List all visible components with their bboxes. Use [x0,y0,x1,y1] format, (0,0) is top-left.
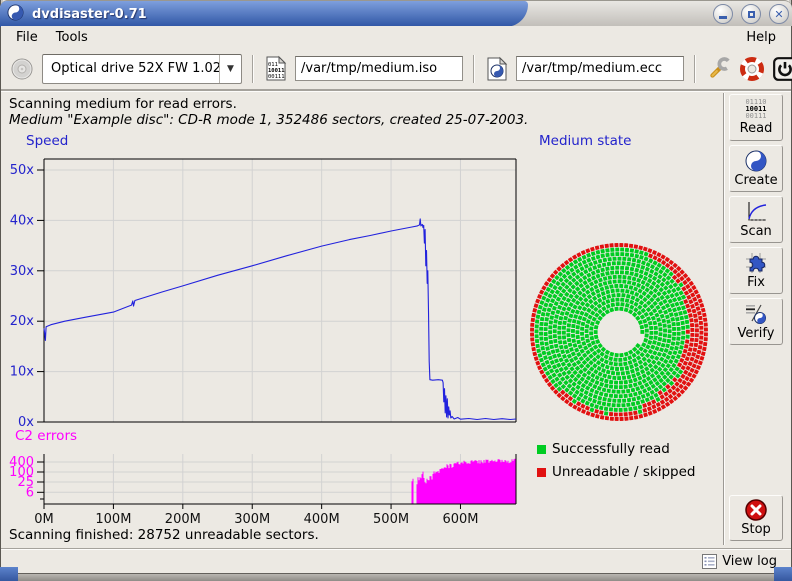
app-icon [7,4,24,25]
yin-yang-icon [745,150,767,172]
legend-unreadable: Unreadable / skipped [537,464,695,480]
menu-help[interactable]: Help [737,28,785,47]
verify-label: Verify [738,326,775,341]
scan-result-status: Scanning finished: 28752 unreadable sect… [9,527,319,543]
toolbar-separator [694,55,696,83]
titlebar: dvdisaster-0.71 ✕ [0,0,792,26]
svg-text:500M: 500M [373,512,409,527]
create-button[interactable]: Create [729,145,783,192]
scan-button[interactable]: Scan [729,196,783,243]
legend-successfully-read: Successfully read [537,441,670,457]
stop-label: Stop [741,522,771,537]
read-button[interactable]: 01110 10011 00111 Read [729,94,783,141]
c2-errors-title: C2 errors [15,428,77,444]
close-button[interactable]: ✕ [769,4,789,24]
create-label: Create [734,173,777,188]
view-log-button[interactable]: View log [722,554,777,569]
window-bottom-frame [0,573,792,581]
svg-text:300M: 300M [234,512,270,527]
drive-eject-button[interactable] [9,54,35,84]
drive-select[interactable]: Optical drive 52X FW 1.02 ▼ [42,54,242,84]
svg-text:600M: 600M [442,512,478,527]
svg-text:10x: 10x [10,365,35,380]
wrench-icon [706,56,732,82]
log-list-icon[interactable] [702,554,717,569]
app-window: dvdisaster-0.71 ✕ File Tools Help Optica… [0,0,792,581]
svg-text:0M: 0M [34,512,54,527]
svg-text:40x: 40x [10,213,35,228]
cd-icon [9,56,35,82]
toolbar-separator [252,55,254,83]
legend-read-label: Successfully read [552,441,670,457]
svg-text:00111: 00111 [268,74,285,80]
iso-path-input[interactable] [295,56,463,81]
menu-file[interactable]: File [7,28,47,47]
power-icon [772,56,792,82]
verify-icon [745,303,767,325]
titlebar-tab[interactable]: dvdisaster-0.71 [0,1,528,27]
svg-text:6: 6 [26,485,34,500]
menu-tools[interactable]: Tools [47,28,97,47]
preferences-button[interactable] [706,54,732,84]
minimize-icon [719,16,727,19]
chevron-down-icon: ▼ [219,55,241,83]
close-icon: ✕ [774,9,783,20]
quit-button[interactable] [772,54,792,84]
main-area: Scanning medium for read errors. Medium … [1,90,791,548]
speed-chart-title: Speed [26,133,68,149]
footer: View log [1,548,791,573]
iso-file-icon: 011 10011 00111 [264,54,288,84]
svg-text:25: 25 [17,475,34,490]
status-line-1: Scanning medium for read errors. [9,96,237,112]
life-ring-icon [739,56,765,82]
menubar: File Tools Help [1,26,791,48]
resize-grip-left[interactable] [0,567,18,581]
fix-button[interactable]: Fix [729,247,783,294]
minimize-button[interactable] [713,4,733,24]
scan-curve-icon [745,201,767,223]
drive-select-value: Optical drive 52X FW 1.02 [43,61,219,76]
svg-text:200M: 200M [165,512,201,527]
fix-label: Fix [747,275,765,290]
charts-canvas: 0x10x20x30x40x50x4001002560M100M200M300M… [1,91,791,549]
maximize-button[interactable] [741,4,761,24]
red-swatch-icon [537,468,546,477]
svg-text:30x: 30x [10,264,35,279]
verify-button[interactable]: Verify [729,298,783,345]
window-title: dvdisaster-0.71 [32,7,147,22]
read-icon: 01110 10011 00111 [745,99,766,120]
svg-text:50x: 50x [10,163,35,178]
resize-grip-right[interactable] [774,567,792,581]
svg-text:400: 400 [9,455,34,470]
maximize-icon [748,11,755,18]
puzzle-icon [745,252,767,274]
sidebar-separator [723,93,725,545]
stop-icon [745,499,767,521]
help-button[interactable] [739,54,765,84]
toolbar-separator [473,55,475,83]
ecc-file-icon [485,54,509,84]
medium-state-title: Medium state [539,133,631,149]
toolbar: Optical drive 52X FW 1.02 ▼ 011 10011 00… [1,48,791,90]
status-line-2: Medium "Example disc": CD-R mode 1, 3524… [9,112,528,128]
svg-text:20x: 20x [10,314,35,329]
svg-text:400M: 400M [304,512,340,527]
read-label: Read [740,121,773,136]
svg-text:100: 100 [9,465,34,480]
legend-unreadable-label: Unreadable / skipped [552,464,695,480]
svg-text:100M: 100M [95,512,131,527]
green-swatch-icon [537,445,546,454]
stop-button[interactable]: Stop [729,495,783,541]
ecc-path-input[interactable] [516,56,684,81]
scan-label: Scan [740,224,772,239]
